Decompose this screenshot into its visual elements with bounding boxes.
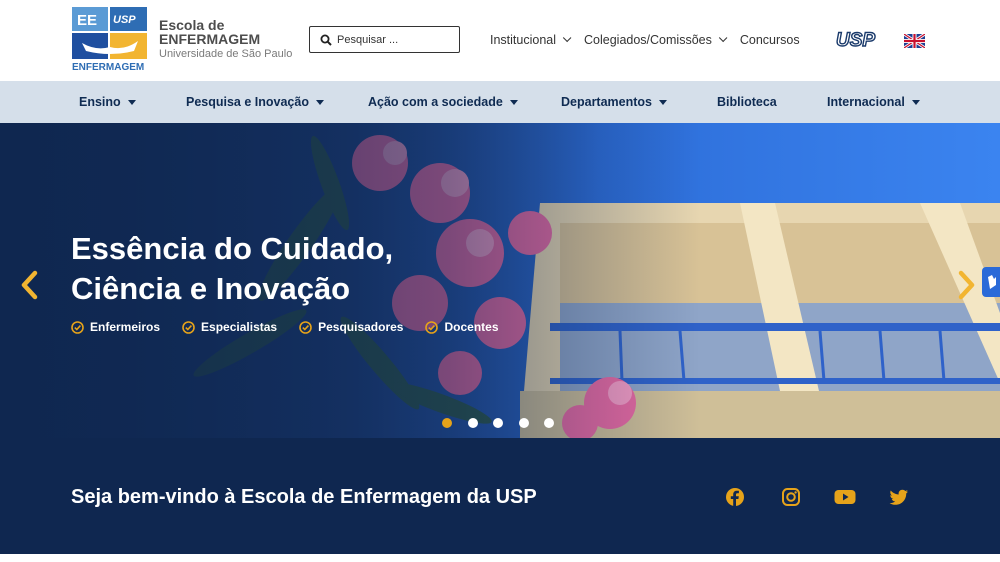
caret-down-icon bbox=[659, 99, 667, 105]
tag-label: Enfermeiros bbox=[90, 320, 161, 334]
check-circle-icon bbox=[299, 320, 312, 334]
logo-badge-right: USP bbox=[113, 14, 136, 26]
nav-label: Biblioteca bbox=[717, 95, 777, 109]
check-circle-icon bbox=[425, 320, 439, 334]
nav-internacional[interactable]: Internacional bbox=[827, 95, 920, 109]
uk-flag-icon[interactable] bbox=[904, 34, 925, 48]
page-bottom bbox=[0, 554, 1000, 562]
tag-label: Especialistas bbox=[201, 320, 278, 334]
header: EE USP ENFERMAGEM Escola de ENFERMAGEM U… bbox=[0, 0, 1000, 81]
instagram-icon[interactable] bbox=[781, 487, 801, 507]
slider-dots bbox=[442, 418, 570, 428]
search-icon[interactable] bbox=[320, 34, 332, 46]
caret-down-icon bbox=[315, 99, 324, 105]
top-nav-label: Concursos bbox=[739, 33, 800, 47]
nav-pesquisa[interactable]: Pesquisa e Inovação bbox=[186, 95, 324, 109]
search-input[interactable] bbox=[337, 33, 447, 46]
top-nav-label: Colegiados/Comissões bbox=[584, 33, 712, 47]
nav-label: Internacional bbox=[827, 95, 905, 109]
slide-dot-2[interactable] bbox=[467, 418, 478, 428]
tag-pesquisadores: Pesquisadores bbox=[299, 320, 403, 334]
tag-enfermeiros: Enfermeiros bbox=[71, 320, 160, 334]
twitter-icon[interactable] bbox=[889, 487, 909, 507]
slide-dot-4[interactable] bbox=[518, 418, 529, 428]
hero-title-line1: Essência do Cuidado, bbox=[71, 231, 394, 266]
usp-logo-text: USP bbox=[836, 30, 875, 49]
tag-docentes: Docentes bbox=[425, 320, 499, 334]
check-circle-icon bbox=[182, 320, 195, 334]
caret-down-icon bbox=[127, 99, 136, 105]
youtube-icon[interactable] bbox=[834, 487, 856, 507]
chevron-left-icon[interactable] bbox=[18, 269, 40, 301]
nav-departamentos[interactable]: Departamentos bbox=[561, 95, 667, 109]
tag-label: Docentes bbox=[444, 320, 499, 334]
hero-title: Essência do Cuidado, Ciência e Inovação bbox=[71, 229, 471, 309]
hero-tags: Enfermeiros Especialistas Pesquisadores … bbox=[71, 320, 521, 334]
search-box[interactable] bbox=[309, 26, 460, 53]
nav-label: Pesquisa e Inovação bbox=[186, 95, 309, 109]
main-nav: Ensino Pesquisa e Inovação Ação com a so… bbox=[0, 81, 1000, 123]
school-name-line2: ENFERMAGEM bbox=[159, 31, 261, 47]
nav-label: Departamentos bbox=[561, 95, 652, 109]
welcome-text: Seja bem-vindo à Escola de Enfermagem da… bbox=[71, 486, 537, 508]
hero-title-line2: Ciência e Inovação bbox=[71, 271, 351, 306]
slide-dot-5[interactable] bbox=[544, 418, 554, 428]
slide-dot-3[interactable] bbox=[493, 418, 503, 428]
check-circle-icon bbox=[71, 320, 84, 334]
ee-usp-logo[interactable]: EE USP ENFERMAGEM bbox=[72, 7, 147, 71]
logo-badge-left: EE bbox=[77, 12, 97, 29]
top-nav: Institucional Colegiados/Comissões Concu… bbox=[490, 33, 816, 47]
top-nav-institucional[interactable]: Institucional bbox=[490, 33, 572, 47]
school-name-line1: Escola de bbox=[159, 17, 225, 33]
tag-especialistas: Especialistas bbox=[182, 320, 277, 334]
top-nav-colegiados[interactable]: Colegiados/Comissões bbox=[584, 33, 728, 47]
school-name[interactable]: Escola de ENFERMAGEM Universidade de São… bbox=[159, 18, 292, 61]
facebook-icon[interactable] bbox=[725, 487, 745, 507]
slide-dot-1[interactable] bbox=[442, 418, 452, 428]
nav-biblioteca[interactable]: Biblioteca bbox=[717, 95, 777, 109]
tag-label: Pesquisadores bbox=[318, 320, 404, 334]
nav-ensino[interactable]: Ensino bbox=[79, 95, 136, 109]
chevron-down-icon bbox=[562, 33, 572, 43]
chevron-right-icon[interactable] bbox=[956, 269, 978, 301]
accessibility-button[interactable] bbox=[982, 267, 1000, 297]
accessibility-hand-icon bbox=[988, 275, 996, 289]
caret-down-icon bbox=[509, 99, 518, 105]
nav-label: Ação com a sociedade bbox=[368, 95, 503, 109]
logo-badge-bottom: ENFERMAGEM bbox=[72, 62, 144, 71]
chevron-down-icon bbox=[718, 33, 728, 43]
top-nav-label: Institucional bbox=[490, 33, 557, 47]
hero-slider: Essência do Cuidado, Ciência e Inovação … bbox=[0, 123, 1000, 438]
university-name: Universidade de São Paulo bbox=[159, 48, 293, 60]
usp-logo[interactable]: USP bbox=[836, 29, 881, 49]
top-nav-concursos[interactable]: Concursos bbox=[740, 33, 800, 47]
caret-down-icon bbox=[911, 99, 920, 105]
nav-label: Ensino bbox=[79, 95, 121, 109]
nav-acao-sociedade[interactable]: Ação com a sociedade bbox=[368, 95, 518, 109]
